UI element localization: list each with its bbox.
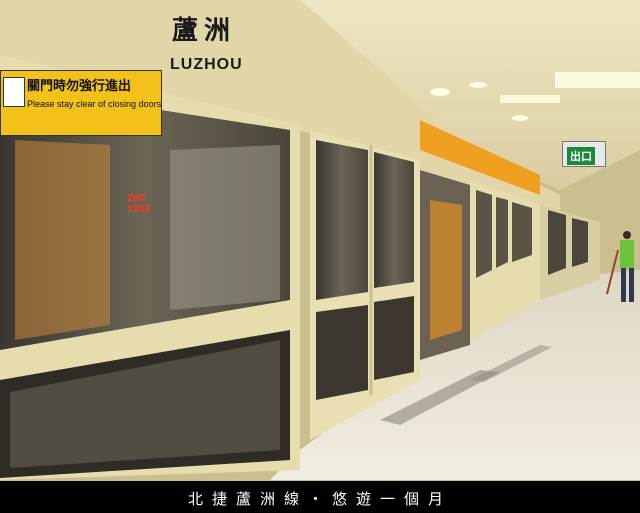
train-door-reflection bbox=[170, 145, 280, 310]
door-glass-right bbox=[374, 152, 414, 288]
door-glass-far bbox=[496, 197, 508, 268]
train-destination-display: ZHO XINS bbox=[127, 193, 151, 215]
train-display-line1: ZHO bbox=[127, 193, 146, 204]
ceiling-light bbox=[500, 95, 560, 103]
photo-caption: 北捷蘆洲線・悠遊一個月 bbox=[187, 490, 452, 508]
door-lower-glass bbox=[316, 305, 368, 400]
ceiling-light bbox=[430, 88, 450, 96]
exit-sign-label: 出口 bbox=[567, 147, 595, 165]
door-glass-far bbox=[476, 190, 492, 278]
worker-head bbox=[623, 231, 631, 239]
train-interior bbox=[15, 140, 110, 340]
ceiling-light bbox=[469, 82, 487, 88]
worker-leg bbox=[621, 268, 626, 302]
door-lower-glass bbox=[374, 296, 414, 380]
station-name-english: LUZHOU bbox=[170, 56, 243, 73]
exit-sign: 出口 bbox=[562, 141, 606, 167]
train-interior-open bbox=[430, 200, 462, 340]
ceiling-light bbox=[555, 72, 640, 88]
door-warning-english: Please stay clear of closing doors bbox=[27, 99, 162, 109]
caption-bar: 北捷蘆洲線・悠遊一個月 bbox=[0, 481, 640, 513]
door-warning-sign: 關門時勿強行進出 Please stay clear of closing do… bbox=[0, 70, 162, 136]
door-glass-left bbox=[316, 140, 368, 300]
ceiling-light bbox=[512, 115, 528, 121]
door-warning-chinese: 關門時勿強行進出 bbox=[27, 79, 132, 94]
worker-vest bbox=[620, 240, 634, 268]
subway-platform-photo: 蘆洲 LUZHOU 關門時勿強行進出 Please stay clear of … bbox=[0, 0, 640, 513]
train-display-line2: XINS bbox=[127, 204, 152, 215]
door-glass-distant bbox=[548, 210, 566, 275]
station-name-chinese: 蘆洲 bbox=[172, 16, 237, 46]
no-entry-icon bbox=[3, 77, 25, 107]
worker-leg bbox=[629, 268, 634, 302]
door-glass-far bbox=[512, 202, 532, 262]
door-glass-distant bbox=[572, 218, 588, 267]
